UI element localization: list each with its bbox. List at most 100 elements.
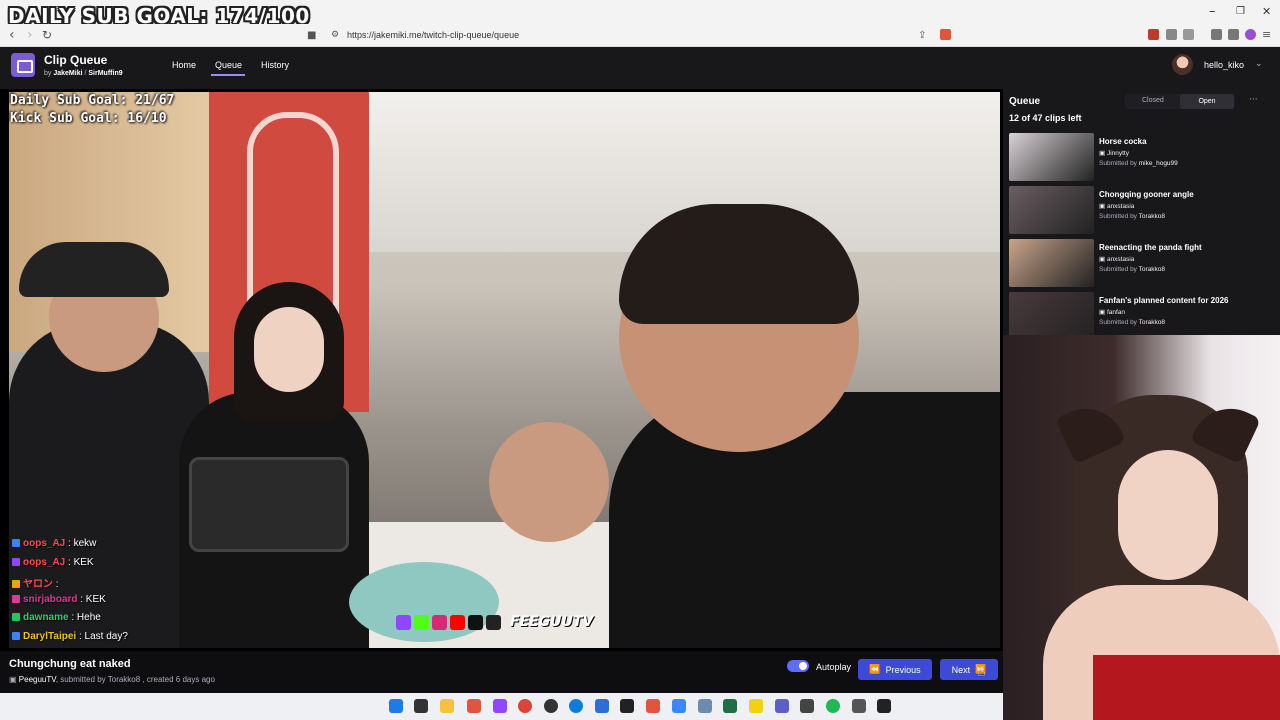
extension-icon[interactable] <box>1148 29 1159 40</box>
share-icon[interactable]: ⇪ <box>918 30 926 41</box>
chat-line: oops_AJ : kekw <box>12 538 212 557</box>
downloads-icon[interactable] <box>1183 29 1194 40</box>
previous-label: Previous <box>885 664 921 675</box>
queue-item-title: Fanfan's planned content for 2026 <box>1099 296 1229 305</box>
sidebar-icon[interactable] <box>1228 29 1239 40</box>
start-icon[interactable] <box>389 699 403 713</box>
chat-badge-icon <box>12 539 20 548</box>
twitch-app-icon[interactable] <box>493 699 507 713</box>
webcam-dress <box>1093 655 1280 720</box>
app-icon-light-blue[interactable] <box>672 699 686 713</box>
chat-message: : KEK <box>80 593 106 605</box>
queue-item-submitter: Submitted by Torakko8 <box>1099 266 1165 273</box>
queue-item-thumbnail <box>1009 186 1094 234</box>
username[interactable]: hello_kiko <box>1204 60 1244 70</box>
brave-shield-icon[interactable] <box>940 29 951 40</box>
queue-item-channel: ▣ anxstasia <box>1099 255 1134 263</box>
author-link-jakemiki[interactable]: JakeMiki <box>53 70 82 77</box>
clip-meta-rest: , submitted by Torakko8 , created 6 days… <box>55 675 215 684</box>
chat-username: snirjaboard <box>23 593 78 605</box>
chat-username: oops_AJ <box>23 538 66 549</box>
nav-home[interactable]: Home <box>172 60 196 70</box>
app-icon-black[interactable] <box>877 699 891 713</box>
close-icon[interactable]: ✕ <box>1262 5 1271 18</box>
nav-queue[interactable]: Queue <box>215 60 242 70</box>
brave-beta-icon[interactable] <box>646 699 660 713</box>
more-options-icon[interactable]: ··· <box>1249 95 1258 105</box>
next-label: Next <box>951 664 971 675</box>
chat-badge-icon <box>12 613 20 622</box>
queue-item[interactable]: Horse cocka ▣ Jinnytty Submitted by mike_h… <box>1009 133 1271 183</box>
app-icon-yellow[interactable] <box>749 699 763 713</box>
site-settings-icon[interactable]: ⚙ <box>331 30 339 40</box>
chevron-down-icon[interactable]: ⌄ <box>1255 59 1263 69</box>
back-icon[interactable]: ‹ <box>9 27 15 43</box>
tiktok-icon <box>468 614 483 630</box>
browser-toolbar <box>0 24 1280 47</box>
clip-queue-logo-icon <box>11 53 35 77</box>
chat-badge-icon <box>12 557 20 566</box>
channel-icon: ▣ <box>1099 256 1107 263</box>
queue-item-channel-name: Jinnytty <box>1106 150 1129 157</box>
video-scene-phone <box>189 457 349 552</box>
queue-count: 12 of 47 clips left <box>1009 113 1082 123</box>
edge-icon[interactable] <box>569 699 583 713</box>
queue-item[interactable]: Reenacting the panda fight ▣ anxstasia Sub… <box>1009 239 1271 289</box>
queue-open-option[interactable]: Open <box>1180 94 1234 109</box>
author-link-sirmuffin9[interactable]: SirMuffin9 <box>88 70 122 77</box>
queue-item-channel-name: fanfan <box>1106 309 1126 316</box>
chat-message: : Hehe <box>71 612 101 623</box>
teams-icon[interactable] <box>775 699 789 713</box>
queue-item-channel-name: anxstasia <box>1106 203 1135 210</box>
brave-icon[interactable] <box>467 699 481 713</box>
nav-history[interactable]: History <box>261 60 289 70</box>
maximize-icon[interactable]: ❐ <box>1236 6 1245 17</box>
queue-item-submitter-name: Torakko8 <box>1138 213 1166 220</box>
queue-item[interactable]: Chongqing gooner angle ▣ anxstasia Submitt… <box>1009 186 1271 236</box>
minimize-icon[interactable]: – <box>1209 4 1216 19</box>
forward-icon[interactable]: › <box>27 27 33 43</box>
music-icon[interactable] <box>1211 29 1222 40</box>
video-person-middle-face <box>254 307 324 392</box>
screen: DAILY SUB GOAL: 174/100 – ❐ ✕ ‹ › ↻ ■ ⚙ … <box>0 0 1280 720</box>
reload-icon[interactable]: ↻ <box>42 28 52 42</box>
app-icon-blue[interactable] <box>595 699 609 713</box>
queue-item-thumbnail <box>1009 133 1094 181</box>
clip-channel-link[interactable]: PeeguuTV <box>19 675 56 684</box>
youtube-icon <box>450 614 465 630</box>
channel-icon: ▣ <box>1099 309 1107 316</box>
excel-icon[interactable] <box>723 699 737 713</box>
queue-item-submitted-prefix: Submitted by <box>1099 213 1139 220</box>
queue-item-submitted-prefix: Submitted by <box>1099 160 1139 167</box>
menu-icon[interactable]: ≡ <box>1262 28 1271 41</box>
task-view-icon[interactable] <box>414 699 428 713</box>
profile-icon[interactable] <box>1245 29 1256 40</box>
autoplay-toggle[interactable] <box>787 660 809 672</box>
channel-icon: ▣ <box>1099 203 1107 210</box>
queue-closed-option[interactable]: Closed <box>1142 97 1164 104</box>
daily-sub-goal: Daily Sub Goal: 21/67 <box>10 93 175 108</box>
chat-message: : kekw <box>68 538 97 549</box>
spotify-icon[interactable] <box>826 699 840 713</box>
bookmark-icon[interactable]: ■ <box>307 30 316 41</box>
chat-message: : Last day? <box>78 630 128 642</box>
queue-item-submitter: Submitted by mike_hogu99 <box>1099 160 1178 167</box>
address-bar[interactable]: https://jakemiki.me/twitch-clip-queue/qu… <box>347 30 519 40</box>
chat-badge-icon <box>12 580 20 589</box>
queue-item-submitter-name: mike_hogu99 <box>1138 160 1178 167</box>
app-icon-steel[interactable] <box>698 699 712 713</box>
next-button[interactable]: Next ⏩ <box>940 659 998 680</box>
app-icon-dark[interactable] <box>620 699 634 713</box>
mouse-cursor-icon: ☝ <box>977 664 986 680</box>
app-icon-gray[interactable] <box>852 699 866 713</box>
chat-badge-icon <box>12 631 20 640</box>
file-explorer-icon[interactable] <box>440 699 454 713</box>
obs-icon[interactable] <box>544 699 558 713</box>
app-byline: by JakeMiki / SirMuffin9 <box>44 70 123 77</box>
previous-button[interactable]: ⏪ Previous <box>858 659 932 680</box>
queue-item-submitter-name: Torakko8 <box>1138 319 1166 326</box>
chrome-icon[interactable] <box>518 699 532 713</box>
terminal-icon[interactable] <box>800 699 814 713</box>
avatar[interactable] <box>1172 54 1193 75</box>
puzzle-icon[interactable] <box>1166 29 1177 40</box>
